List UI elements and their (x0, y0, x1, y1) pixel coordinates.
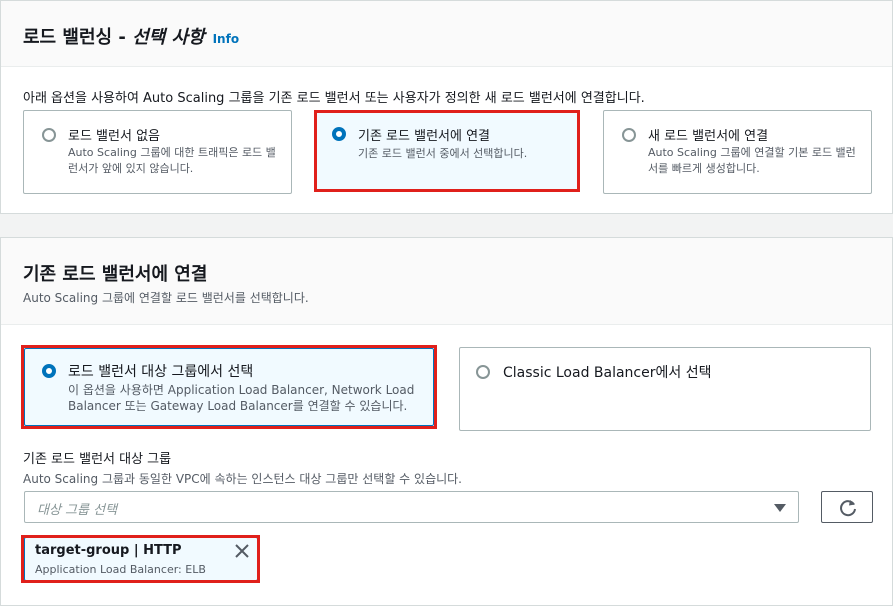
target-group-hint: Auto Scaling 그룹과 동일한 VPC에 속하는 인스턴스 대상 그룹… (23, 472, 463, 486)
attach-existing-panel: 기존 로드 밸런서에 연결 Auto Scaling 그룹에 연결할 로드 밸런… (0, 237, 893, 606)
option-target-group[interactable]: 로드 밸런서 대상 그룹에서 선택 이 옵션을 사용하면 Application… (24, 348, 434, 426)
target-group-select[interactable]: 대상 그룹 선택 (24, 491, 799, 523)
info-link[interactable]: Info (213, 32, 239, 46)
load-balancing-title: 로드 밸런싱 - 선택 사항 Info (23, 23, 239, 49)
option-attach-new[interactable]: 새 로드 밸런서에 연결 Auto Scaling 그룹에 연결할 기본 로드 … (603, 110, 872, 194)
target-group-label: 기존 로드 밸런서 대상 그룹 (23, 452, 172, 467)
radio-target-group[interactable] (42, 364, 56, 378)
option-label: 로드 밸런서 없음 (68, 129, 160, 144)
option-description: 이 옵션을 사용하면 Application Load Balancer, Ne… (68, 383, 415, 413)
option-description: 기존 로드 밸런서 중에서 선택합니다. (358, 147, 528, 160)
close-icon[interactable] (233, 542, 251, 560)
radio-attach-existing[interactable] (332, 127, 346, 141)
radio-classic-lb[interactable] (476, 365, 490, 379)
radio-attach-new[interactable] (622, 128, 636, 142)
option-label: 기존 로드 밸런서에 연결 (358, 129, 490, 144)
token-detail: Application Load Balancer: ELB (35, 563, 206, 576)
option-description: Auto Scaling 그룹에 대한 트래픽은 로드 밸런서가 앞에 있지 않… (68, 146, 276, 175)
load-balancing-description: 아래 옵션을 사용하여 Auto Scaling 그룹을 기존 로드 밸런서 또… (23, 91, 645, 106)
load-balancing-panel: 로드 밸런싱 - 선택 사항 Info 아래 옵션을 사용하여 Auto Scal… (0, 0, 893, 214)
refresh-icon (840, 500, 856, 517)
option-label: 로드 밸런서 대상 그룹에서 선택 (68, 364, 254, 380)
token-name: target-group | HTTP (35, 543, 182, 558)
caret-down-icon (774, 504, 786, 512)
option-no-load-balancer[interactable]: 로드 밸런서 없음 Auto Scaling 그룹에 대한 트래픽은 로드 밸런… (23, 110, 292, 194)
attach-existing-title: 기존 로드 밸런서에 연결 (23, 264, 208, 285)
option-label: 새 로드 밸런서에 연결 (648, 129, 769, 144)
title-plain: 로드 밸런싱 - (23, 27, 133, 48)
option-description: Auto Scaling 그룹에 연결할 기본 로드 밸런서를 빠르게 생성합니… (648, 146, 856, 175)
option-classic-lb[interactable]: Classic Load Balancer에서 선택 (459, 347, 871, 431)
title-optional: 선택 사항 (132, 27, 205, 48)
target-group-placeholder: 대상 그룹 선택 (37, 503, 118, 518)
radio-no-load-balancer[interactable] (42, 128, 56, 142)
option-label: Classic Load Balancer에서 선택 (503, 365, 712, 381)
selected-target-group-token: target-group | HTTP Application Load Bal… (24, 537, 258, 581)
attach-existing-subtitle: Auto Scaling 그룹에 연결할 로드 밸런서를 선택합니다. (23, 291, 309, 305)
refresh-button[interactable] (821, 491, 873, 523)
option-attach-existing[interactable]: 기존 로드 밸런서에 연결 기존 로드 밸런서 중에서 선택합니다. (315, 111, 580, 191)
